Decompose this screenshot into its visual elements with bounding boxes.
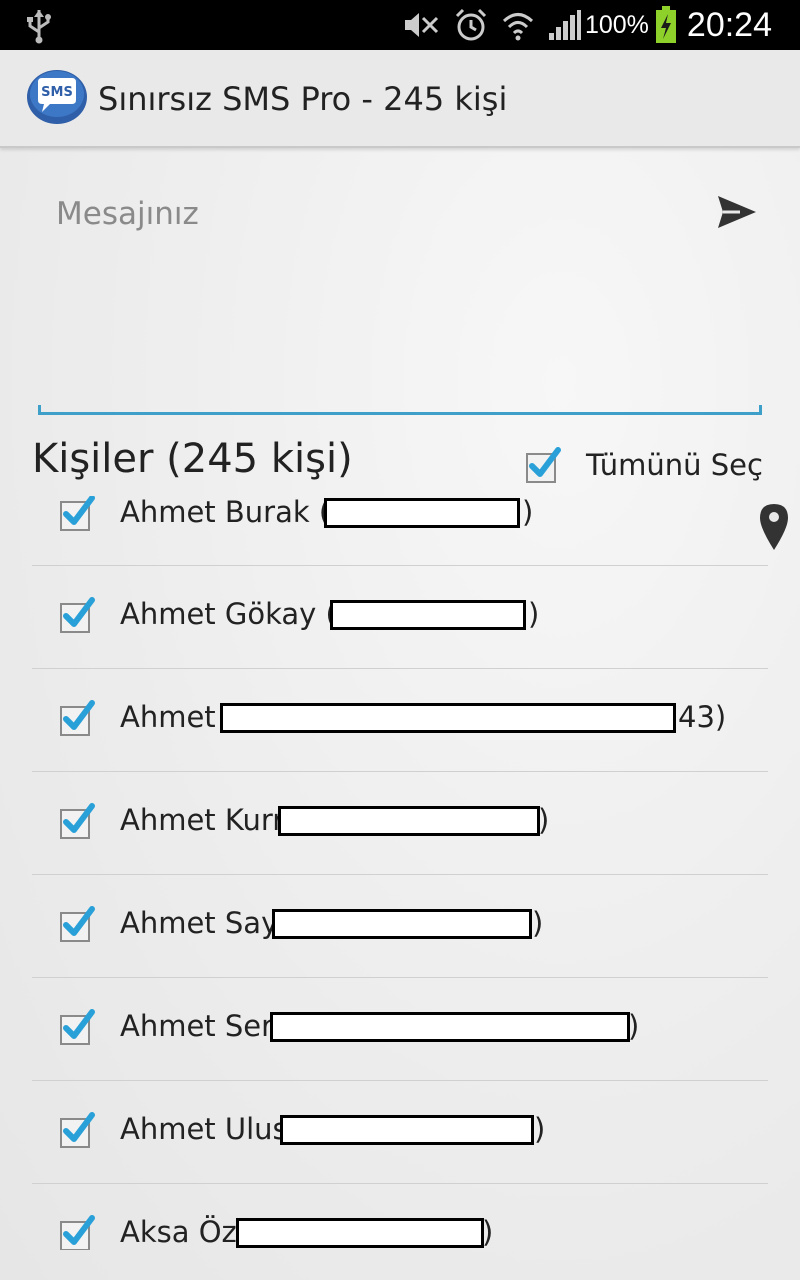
action-bar: SMS Sınırsız SMS Pro - 245 kişi — [0, 50, 800, 148]
checkbox-checked-icon — [60, 700, 95, 736]
redaction-box — [280, 1115, 534, 1145]
contact-number-tail: ) — [538, 803, 550, 837]
redaction-box — [236, 1218, 484, 1248]
checkbox-checked-icon — [60, 1009, 95, 1045]
select-all-label: Tümünü Seç — [586, 448, 763, 482]
contact-row[interactable]: Ahmet Gökay () — [32, 566, 768, 669]
redaction-box — [220, 703, 676, 733]
select-all-checkbox[interactable] — [524, 446, 562, 484]
contact-row[interactable]: Ahmet Ser) — [32, 978, 768, 1081]
contact-checkbox[interactable] — [58, 1111, 96, 1149]
status-bar: 100% 20:24 — [0, 0, 800, 50]
contact-name: Ahmet Ser — [120, 1009, 274, 1043]
contact-number-tail: ) — [482, 1215, 494, 1249]
wifi-icon — [502, 13, 533, 41]
contact-name: Ahmet Kurr — [120, 803, 285, 837]
checkbox-checked-icon — [60, 597, 95, 633]
contact-checkbox[interactable] — [58, 1214, 96, 1250]
contact-checkbox[interactable] — [58, 905, 96, 943]
contact-number-tail: 43) — [678, 700, 727, 734]
checkbox-checked-icon — [60, 1215, 95, 1250]
redaction-box — [330, 600, 526, 630]
battery-percent: 100% — [584, 10, 649, 39]
message-input[interactable] — [38, 172, 762, 414]
contact-row[interactable]: Ahmet Kurr) — [32, 772, 768, 875]
redaction-box — [278, 806, 540, 836]
contacts-list[interactable]: Ahmet Burak () Ahmet Gökay () Ahmet 43) Ahm… — [32, 496, 768, 1250]
contact-checkbox[interactable] — [58, 496, 96, 532]
checkbox-checked-icon — [60, 906, 95, 942]
contact-name: Ahmet — [120, 700, 216, 734]
contact-number-tail: ) — [528, 597, 540, 631]
contact-name: Aksa Öz — [120, 1215, 237, 1249]
send-icon[interactable] — [712, 188, 760, 236]
contact-checkbox[interactable] — [58, 802, 96, 840]
redaction-box — [324, 498, 520, 528]
message-input-underline — [38, 405, 762, 415]
contact-name: Ahmet Burak ( — [120, 496, 331, 529]
contact-row[interactable]: Aksa Öz) — [32, 1184, 768, 1250]
contact-name: Ahmet Gökay ( — [120, 597, 337, 631]
checkbox-checked-icon — [60, 496, 95, 531]
contact-name: Ahmet Say — [120, 906, 279, 940]
contact-row[interactable]: Ahmet 43) — [32, 669, 768, 772]
battery-charging-icon — [655, 6, 676, 43]
contact-row[interactable]: Ahmet Burak () — [32, 496, 768, 566]
contact-name: Ahmet Ulus — [120, 1112, 288, 1146]
contact-row[interactable]: Ahmet Ulus) — [32, 1081, 768, 1184]
select-all-toggle[interactable]: Tümünü Seç — [524, 440, 763, 490]
message-area — [38, 172, 788, 550]
app-sms-icon: SMS — [27, 70, 87, 124]
checkbox-checked-icon — [526, 447, 561, 483]
contact-number-tail: ) — [532, 906, 544, 940]
contact-checkbox[interactable] — [58, 596, 96, 634]
mute-icon — [404, 13, 439, 37]
contact-number-tail: ) — [522, 496, 534, 529]
contact-checkbox[interactable] — [58, 1008, 96, 1046]
usb-icon — [27, 10, 51, 44]
clock: 20:24 — [686, 5, 772, 44]
redaction-box — [272, 909, 532, 939]
checkbox-checked-icon — [60, 1112, 95, 1148]
contact-checkbox[interactable] — [58, 699, 96, 737]
app-icon-text: SMS — [41, 85, 73, 100]
checkbox-checked-icon — [60, 803, 95, 839]
contact-row[interactable]: Ahmet Say) — [32, 875, 768, 978]
app-title: Sınırsız SMS Pro - 245 kişi — [98, 80, 508, 118]
contacts-header: Kişiler (245 kişi) — [32, 436, 353, 482]
contact-number-tail: ) — [628, 1009, 640, 1043]
contact-number-tail: ) — [534, 1112, 546, 1146]
alarm-icon — [455, 8, 487, 41]
redaction-box — [270, 1012, 630, 1042]
signal-icon — [548, 10, 581, 40]
